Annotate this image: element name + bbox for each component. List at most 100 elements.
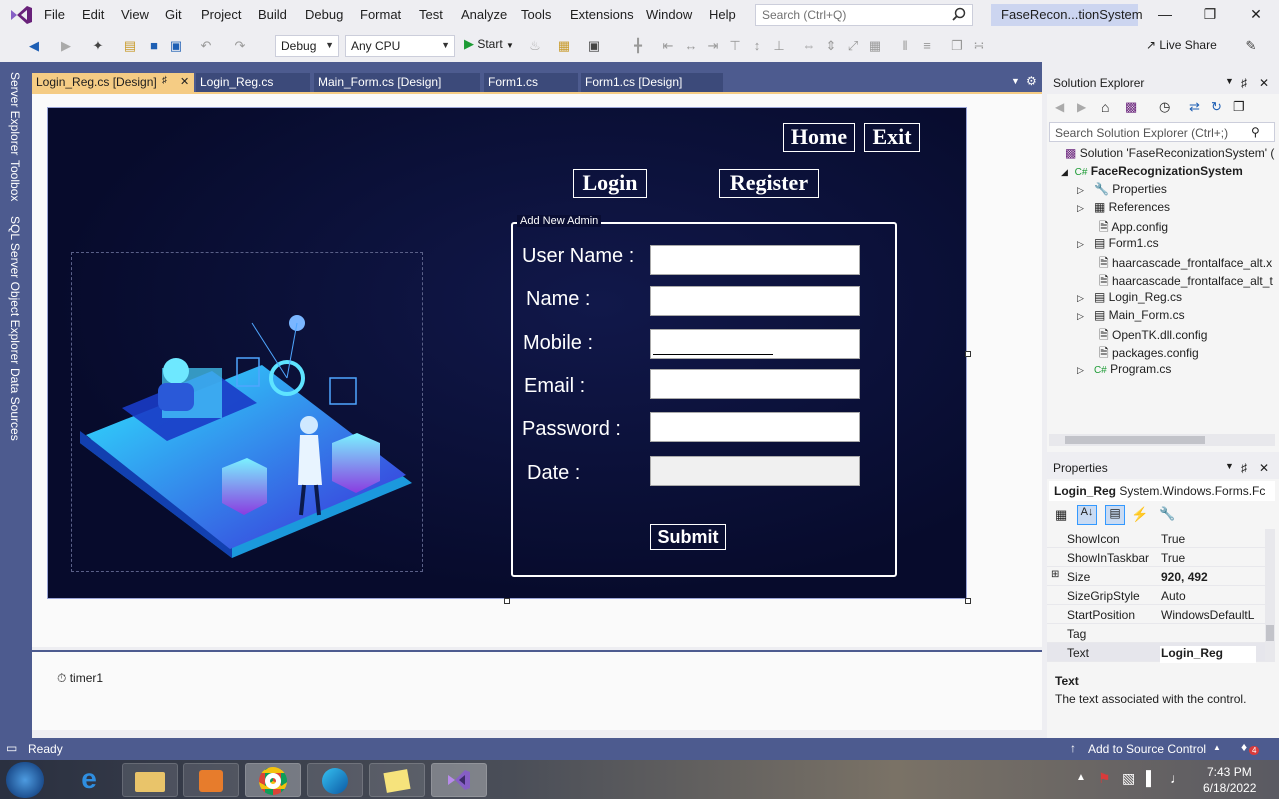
media-player-icon[interactable]	[183, 763, 239, 797]
forward-icon[interactable]: ▶	[58, 38, 74, 54]
hot-reload-icon[interactable]: ♨	[527, 38, 543, 54]
make-same-height-icon[interactable]: ⇕	[823, 38, 839, 54]
side-tab-data-sources[interactable]: Data Sources	[8, 368, 22, 441]
prop-value[interactable]: True	[1160, 551, 1185, 565]
prop-value[interactable]: WindowsDefaultL	[1160, 608, 1254, 622]
chrome-icon[interactable]	[245, 763, 301, 797]
menu-git[interactable]: Git	[165, 7, 182, 22]
visual-studio-logo-icon[interactable]	[8, 4, 34, 26]
vertical-spacing-icon[interactable]: ≡	[919, 38, 935, 54]
action-center-icon[interactable]: ⚑	[1098, 770, 1111, 787]
menu-tools[interactable]: Tools	[521, 7, 551, 22]
chevron-down-icon[interactable]: ▼	[1225, 76, 1234, 86]
email-field[interactable]	[650, 369, 860, 399]
tab-form1-design[interactable]: Form1.cs [Design]	[581, 73, 723, 93]
align-tops-icon[interactable]: ⊤	[727, 38, 743, 54]
show-hidden-icons[interactable]: ▲	[1076, 772, 1086, 783]
align-middles-icon[interactable]: ↕	[749, 38, 765, 54]
menu-format[interactable]: Format	[360, 7, 401, 22]
start-button[interactable]: ▶ Start ▼	[464, 36, 514, 56]
search-icon[interactable]	[952, 7, 966, 21]
back-icon[interactable]: ◀	[26, 38, 42, 54]
tree-item-form1[interactable]: ▷ ▤ Form1.cs	[1077, 236, 1159, 254]
pending-changes-icon[interactable]: ◷	[1159, 99, 1170, 115]
password-field[interactable]	[650, 412, 860, 442]
timer-component[interactable]: ⏱ timer1	[57, 671, 103, 686]
undo-icon[interactable]: ↶	[198, 38, 214, 54]
edge-icon[interactable]	[307, 763, 363, 797]
search-icon[interactable]: ⚲	[1251, 125, 1260, 139]
date-picker[interactable]	[650, 456, 860, 486]
bell-icon[interactable]: ♦	[1241, 740, 1247, 754]
size-to-grid-icon[interactable]: ▦	[867, 38, 883, 54]
menu-file[interactable]: File	[44, 7, 65, 22]
properties-icon[interactable]: ▤	[1105, 505, 1125, 525]
events-icon[interactable]: ⚡	[1131, 506, 1148, 523]
close-icon[interactable]: ✕	[1246, 6, 1266, 26]
back-icon[interactable]: ◀	[1055, 100, 1064, 114]
prop-value[interactable]: Auto	[1160, 589, 1186, 603]
exit-button[interactable]: Exit	[864, 123, 920, 152]
pin-icon[interactable]: ♯	[1241, 461, 1247, 475]
tree-item-solution[interactable]: ▩ Solution 'FaseReconizationSystem' (	[1065, 146, 1274, 164]
tab-main-form-design[interactable]: Main_Form.cs [Design]	[314, 73, 480, 93]
form-login-reg[interactable]: Home Exit Login Register Add New Admin U…	[47, 107, 967, 599]
add-to-source-control-button[interactable]: Add to Source Control	[1088, 742, 1206, 756]
configuration-select[interactable]: Debug ▼	[275, 35, 339, 57]
horizontal-scrollbar[interactable]	[1049, 434, 1275, 446]
prop-row-startposition[interactable]: StartPosition WindowsDefaultL	[1047, 605, 1272, 624]
tree-item-program[interactable]: ▷ C# Program.cs	[1077, 362, 1171, 380]
tree-item-project[interactable]: ◢ C# FaceRecognizationSystem	[1061, 164, 1243, 182]
align-grid-icon[interactable]: ╋	[630, 38, 646, 54]
prop-row-sizegripstyle[interactable]: SizeGripStyle Auto	[1047, 586, 1272, 605]
login-button[interactable]: Login	[573, 169, 647, 198]
align-centers-icon[interactable]: ↔	[683, 38, 699, 54]
menu-window[interactable]: Window	[646, 7, 692, 22]
refresh-icon[interactable]: ↻	[1211, 99, 1222, 115]
network-signal-icon[interactable]: ▌	[1146, 770, 1156, 786]
minimize-icon[interactable]: —	[1155, 6, 1175, 26]
tree-item-haarcascade-1[interactable]: 🗎 haarcascade_frontalface_alt.x	[1099, 254, 1272, 272]
tab-login-reg-code[interactable]: Login_Reg.cs	[196, 73, 310, 93]
prop-value[interactable]: Login_Reg	[1160, 646, 1256, 663]
tab-form1-code[interactable]: Form1.cs	[484, 73, 578, 93]
redo-icon[interactable]: ↷	[232, 38, 248, 54]
pin-icon[interactable]: ♯	[1241, 76, 1247, 90]
tree-item-opentk-config[interactable]: 🗎 OpenTK.dll.config	[1099, 326, 1207, 344]
properties-scrollbar[interactable]	[1265, 529, 1275, 662]
clock-time[interactable]: 7:43 PM	[1207, 765, 1252, 779]
save-all-icon[interactable]: ▣	[168, 38, 184, 54]
prop-row-showicon[interactable]: ShowIcon True	[1047, 529, 1272, 548]
resize-handle-right[interactable]	[965, 351, 971, 357]
find-in-files-icon[interactable]: ▦	[556, 38, 572, 54]
alphabetical-icon[interactable]: A↓	[1077, 505, 1097, 525]
home-button[interactable]: Home	[783, 123, 855, 152]
menu-edit[interactable]: Edit	[82, 7, 104, 22]
browse-icon[interactable]: ▣	[586, 38, 602, 54]
name-field[interactable]	[650, 286, 860, 316]
side-tab-toolbox[interactable]: Toolbox	[8, 160, 22, 201]
live-share-button[interactable]: ↗ Live Share	[1146, 38, 1217, 52]
settings-gear-icon[interactable]: ⚙	[1026, 74, 1037, 88]
object-selector[interactable]: Login_Reg System.Windows.Forms.Fc	[1049, 481, 1275, 501]
prop-row-text[interactable]: Text Login_Reg	[1047, 643, 1272, 663]
align-lefts-icon[interactable]: ⇤	[660, 38, 676, 54]
bring-to-front-icon[interactable]: ❐	[949, 38, 965, 54]
menu-debug[interactable]: Debug	[305, 7, 343, 22]
feedback-icon[interactable]: ✎	[1243, 38, 1259, 54]
save-icon[interactable]: ■	[146, 38, 162, 54]
make-same-width-icon[interactable]: ⇔	[801, 38, 817, 54]
clock-date[interactable]: 6/18/2022	[1203, 781, 1256, 795]
new-project-icon[interactable]: ✦	[90, 38, 106, 54]
open-folder-icon[interactable]: ▤	[122, 38, 138, 54]
volume-icon[interactable]: ♩	[1170, 770, 1184, 786]
close-icon[interactable]: ✕	[1259, 76, 1269, 90]
categorized-icon[interactable]: ▦	[1055, 507, 1067, 523]
battery-icon[interactable]: ▧	[1122, 770, 1135, 787]
visual-studio-taskbar-icon[interactable]	[431, 763, 487, 797]
make-same-size-icon[interactable]: ⤢	[845, 38, 861, 54]
tree-item-haarcascade-2[interactable]: 🗎 haarcascade_frontalface_alt_t	[1099, 272, 1273, 290]
close-tab-icon[interactable]: ✕	[180, 75, 189, 88]
align-rights-icon[interactable]: ⇥	[705, 38, 721, 54]
prop-row-tag[interactable]: Tag	[1047, 624, 1272, 643]
